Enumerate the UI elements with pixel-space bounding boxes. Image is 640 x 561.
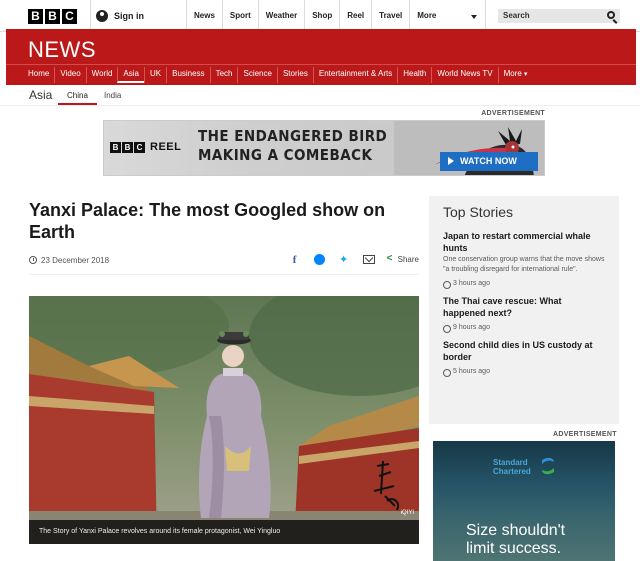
global-nav-travel[interactable]: Travel: [371, 0, 409, 32]
watch-now-button[interactable]: WATCH NOW: [440, 152, 538, 171]
logo-letter-b1: B: [28, 9, 43, 24]
reel-logo-word: REEL: [150, 141, 182, 153]
article-headline: Yanxi Palace: The most Googled show on E…: [29, 200, 386, 242]
share-icon: [387, 253, 395, 264]
ad-tagline-line1: Size shouldn't: [466, 522, 566, 539]
news-nav-more[interactable]: More: [497, 67, 533, 83]
share-label: Share: [397, 255, 419, 264]
top-story-headline[interactable]: Second child dies in US custody at borde…: [443, 339, 605, 363]
article-meta: 23 December 2018 f ✦ Share: [29, 251, 419, 275]
sign-in-label: Sign in: [114, 11, 144, 21]
bbc-reel-logo: B B C REEL: [110, 141, 181, 153]
advertisement-label: ADVERTISEMENT: [553, 431, 617, 438]
global-nav-more[interactable]: More: [409, 0, 487, 32]
news-nav-home[interactable]: Home: [22, 67, 54, 83]
news-nav-stories[interactable]: Stories: [276, 67, 313, 83]
top-stories-title: Top Stories: [443, 204, 514, 220]
yanxi-palace-photo: [29, 296, 419, 544]
logo-letter-b2: B: [45, 9, 60, 24]
global-nav-sport[interactable]: Sport: [221, 0, 258, 32]
advertisement-label: ADVERTISEMENT: [481, 110, 545, 117]
share-tools: f ✦ Share: [288, 253, 419, 267]
news-nav: Home Video World Asia UK Business Tech S…: [22, 67, 532, 83]
global-nav-shop[interactable]: Shop: [304, 0, 339, 32]
article-date: 23 December 2018: [41, 256, 110, 265]
global-nav-news[interactable]: News: [186, 0, 222, 32]
region-subnav: Asia China India: [0, 86, 640, 106]
top-story-headline[interactable]: The Thai cave rescue: What happened next…: [443, 295, 605, 319]
global-nav-reel[interactable]: Reel: [339, 0, 371, 32]
top-story-item[interactable]: The Thai cave rescue: What happened next…: [443, 295, 605, 333]
top-stories-panel: Top Stories Japan to restart commercial …: [429, 196, 619, 424]
news-nav-uk[interactable]: UK: [143, 67, 166, 83]
search-input[interactable]: Search: [498, 9, 620, 23]
ad-tagline-line2: limit success.: [466, 540, 562, 557]
news-nav-entertainment[interactable]: Entertainment & Arts: [312, 67, 397, 83]
ad-tagline: Size shouldn't limit success.: [466, 522, 565, 558]
news-nav-tech[interactable]: Tech: [209, 67, 238, 83]
ad-headline-line2: MAKING A COMEBACK: [198, 146, 373, 164]
global-nav-weather[interactable]: Weather: [257, 0, 304, 32]
top-story-time: 5 hours ago: [443, 368, 605, 377]
facebook-icon[interactable]: f: [288, 254, 302, 266]
share-button[interactable]: Share: [387, 253, 419, 265]
news-nav-science[interactable]: Science: [237, 67, 276, 83]
top-story-item[interactable]: Japan to restart commercial whale hunts …: [443, 230, 605, 289]
ad-headline-line1: THE ENDANGERED BIRD: [198, 127, 388, 145]
standard-chartered-logo: Standard Chartered: [493, 458, 531, 476]
reel-logo-b2: B: [122, 141, 133, 153]
standard-chartered-ad[interactable]: Standard Chartered Size shouldn't limit …: [433, 441, 615, 561]
email-icon[interactable]: [362, 255, 375, 264]
top-story-summary: One conservation group warns that the mo…: [443, 256, 605, 273]
subnav-china[interactable]: China: [58, 90, 97, 105]
standard-chartered-mark-icon: [542, 457, 554, 475]
news-nav-world[interactable]: World: [85, 67, 118, 83]
news-nav-business[interactable]: Business: [166, 67, 209, 83]
top-story-headline[interactable]: Japan to restart commercial whale hunts: [443, 230, 605, 254]
sc-brand-line2: Chartered: [493, 467, 531, 476]
region-title[interactable]: Asia: [29, 88, 52, 102]
news-nav-asia[interactable]: Asia: [117, 67, 144, 83]
user-icon: [96, 10, 108, 22]
subnav-india[interactable]: India: [104, 90, 121, 102]
search-placeholder: Search: [503, 11, 530, 20]
logo-letter-c: C: [62, 9, 77, 24]
sign-in-link[interactable]: Sign in: [90, 0, 186, 32]
sc-brand-line1: Standard: [493, 458, 528, 467]
top-story-item[interactable]: Second child dies in US custody at borde…: [443, 339, 605, 377]
reel-logo-b1: B: [110, 141, 121, 153]
iqiyi-watermark: iQIYI: [400, 510, 414, 516]
news-header: NEWS Home Video World Asia UK Business T…: [6, 29, 636, 85]
reel-logo-c: C: [134, 141, 145, 153]
news-nav-video[interactable]: Video: [54, 67, 85, 83]
news-nav-world-news-tv[interactable]: World News TV: [431, 67, 497, 83]
article-hero-image[interactable]: iQIYI The Story of Yanxi Palace revolves…: [29, 296, 419, 544]
news-header-divider: [6, 64, 636, 65]
news-nav-health[interactable]: Health: [397, 67, 431, 83]
ad-headline: THE ENDANGERED BIRD MAKING A COMEBACK: [198, 127, 387, 165]
bbc-reel-ad-banner[interactable]: B B C REEL THE ENDANGERED BIRD MAKING A …: [103, 120, 545, 176]
image-caption: The Story of Yanxi Palace revolves aroun…: [29, 520, 419, 544]
global-header: B B C Sign in News Sport Weather Shop Re…: [0, 0, 640, 32]
search-icon[interactable]: [607, 11, 615, 19]
twitter-icon[interactable]: ✦: [337, 253, 351, 266]
news-logo[interactable]: NEWS: [28, 37, 96, 63]
global-nav: News Sport Weather Shop Reel Travel More: [186, 0, 487, 32]
bbc-logo[interactable]: B B C: [28, 9, 77, 24]
top-story-time: 9 hours ago: [443, 324, 605, 333]
top-story-time: 3 hours ago: [443, 280, 605, 289]
messenger-icon[interactable]: [313, 254, 325, 265]
